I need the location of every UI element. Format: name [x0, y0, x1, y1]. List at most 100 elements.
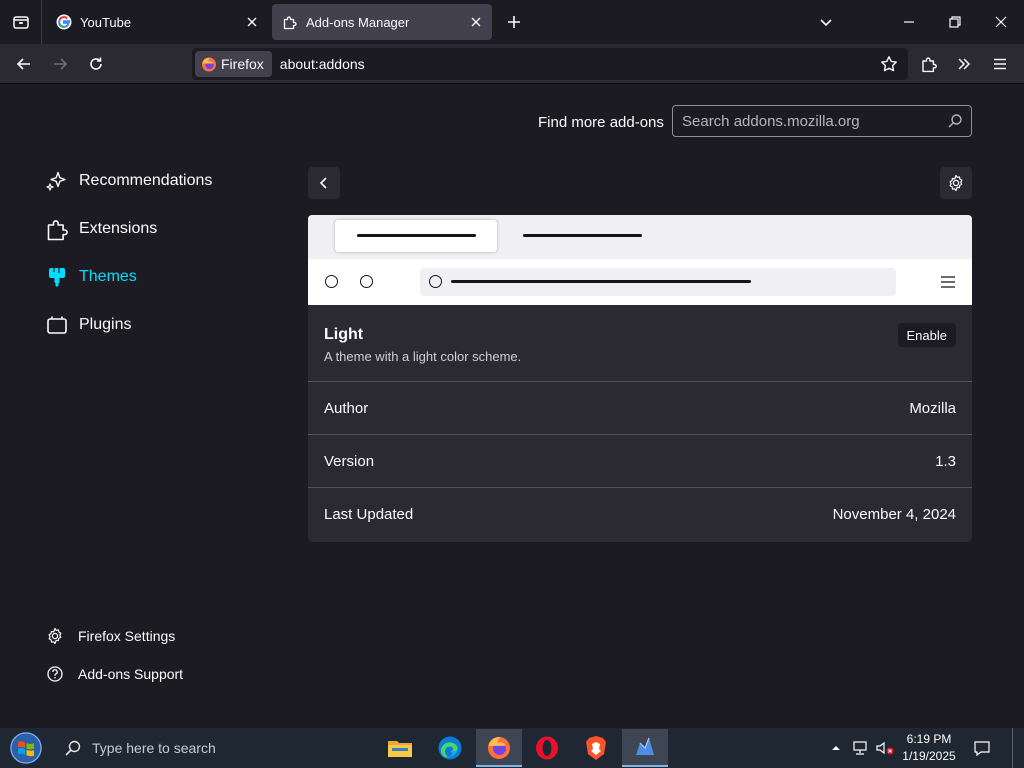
preview-toolbar [308, 259, 972, 305]
plugin-icon [44, 312, 70, 338]
restore-button[interactable] [941, 8, 969, 36]
plus-icon [508, 16, 520, 28]
tab-youtube[interactable]: YouTube [46, 4, 268, 40]
start-button[interactable] [6, 730, 46, 766]
tab-strip: YouTube Add-ons Manager [0, 0, 1024, 44]
gear-icon [46, 627, 64, 645]
notification-icon [974, 741, 990, 757]
preview-urlbar [420, 268, 896, 296]
chevron-down-icon [820, 19, 832, 27]
taskbar-clock[interactable]: 6:19 PM 1/19/2025 [898, 731, 960, 765]
theme-description: A theme with a light color scheme. [324, 349, 522, 364]
gear-icon [949, 174, 963, 192]
taskbar-firefox[interactable] [476, 729, 522, 767]
network-icon [853, 741, 867, 755]
brave-icon [586, 736, 606, 760]
close-tab-icon[interactable] [468, 14, 484, 30]
volume-button[interactable] [874, 728, 896, 768]
preview-circle [360, 275, 373, 288]
arrow-right-icon [54, 58, 68, 70]
addons-search-input[interactable] [682, 112, 932, 130]
network-button[interactable] [849, 728, 871, 768]
category-themes[interactable]: Themes [44, 261, 137, 293]
reload-button[interactable] [82, 50, 110, 78]
reload-icon [90, 57, 102, 70]
detail-value: 1.3 [935, 453, 956, 470]
list-all-tabs-button[interactable] [0, 0, 42, 44]
windows-taskbar: Type here to search 6:19 PM 1/19/2025 [0, 728, 1024, 768]
chevron-up-icon [832, 746, 840, 750]
identity-box[interactable]: Firefox [195, 51, 272, 77]
taskbar-app[interactable] [622, 729, 668, 767]
back-button[interactable] [10, 50, 38, 78]
addons-support-link[interactable]: Add-ons Support [46, 663, 183, 685]
puzzle-icon [922, 57, 937, 73]
search-icon[interactable] [947, 113, 963, 129]
addons-manager-page: Find more add-ons Recommendations Extens… [0, 85, 1024, 728]
sparkle-icon [44, 168, 70, 194]
tab-list-icon [12, 16, 29, 29]
puzzle-icon [282, 14, 298, 30]
taskbar-search[interactable]: Type here to search [52, 728, 374, 768]
minimize-icon [904, 21, 914, 23]
taskbar-file-explorer[interactable] [377, 729, 423, 767]
file-explorer-icon [388, 741, 412, 757]
category-recommendations[interactable]: Recommendations [44, 165, 212, 197]
footer-link-label: Add-ons Support [78, 666, 184, 682]
arrow-left-icon [16, 58, 30, 70]
double-chevron-right-icon [958, 58, 971, 70]
hamburger-icon [994, 58, 1006, 70]
theme-header: Light A theme with a light color scheme.… [308, 305, 972, 382]
firefox-icon [488, 737, 510, 759]
preview-circle [429, 275, 442, 288]
addons-search-box[interactable] [672, 105, 972, 137]
brush-icon [44, 264, 70, 290]
search-icon [65, 740, 81, 756]
category-label: Recommendations [79, 172, 213, 189]
enable-button[interactable]: Enable [897, 323, 956, 347]
chevron-left-icon [319, 177, 327, 189]
theme-detail-card: Light A theme with a light color scheme.… [308, 215, 972, 542]
detail-value: November 4, 2024 [832, 506, 956, 523]
action-center-button[interactable] [968, 728, 996, 768]
new-tab-button[interactable] [502, 10, 526, 34]
minimize-button[interactable] [895, 8, 923, 36]
addons-tools-button[interactable] [940, 167, 972, 199]
overflow-menu-button[interactable] [950, 50, 978, 78]
detail-label: Last Updated [324, 506, 414, 523]
taskbar-opera[interactable] [524, 729, 570, 767]
preview-tab-line [523, 234, 642, 237]
close-icon [995, 16, 1007, 28]
extensions-button[interactable] [915, 50, 943, 78]
category-label: Themes [79, 268, 137, 285]
tab-list-dropdown-button[interactable] [812, 8, 840, 36]
url-text[interactable]: about:addons [280, 56, 365, 72]
taskbar-edge[interactable] [427, 729, 473, 767]
app-icon [636, 737, 654, 755]
close-tab-icon[interactable] [244, 14, 260, 30]
show-hidden-icons-button[interactable] [828, 728, 844, 768]
navigation-toolbar: Firefox about:addons [0, 44, 1024, 84]
speaker-muted-icon [876, 741, 894, 755]
firefox-settings-link[interactable]: Firefox Settings [46, 625, 175, 647]
tab-addons-manager[interactable]: Add-ons Manager [272, 4, 492, 40]
forward-button[interactable] [46, 50, 74, 78]
footer-link-label: Firefox Settings [78, 628, 176, 644]
edge-icon [438, 736, 462, 760]
clock-date: 1/19/2025 [902, 749, 956, 763]
detail-label: Author [324, 400, 369, 417]
google-icon [56, 14, 72, 30]
preview-circle [325, 275, 338, 288]
address-bar[interactable]: Firefox about:addons [192, 48, 908, 80]
go-back-button[interactable] [308, 167, 340, 199]
opera-icon [536, 736, 558, 760]
category-extensions[interactable]: Extensions [44, 213, 157, 245]
close-window-button[interactable] [987, 8, 1015, 36]
bookmark-page-button[interactable] [875, 50, 903, 78]
puzzle-icon [44, 216, 70, 242]
taskbar-brave[interactable] [573, 729, 619, 767]
category-plugins[interactable]: Plugins [44, 309, 131, 341]
app-menu-button[interactable] [986, 50, 1014, 78]
windows-logo-icon [10, 732, 42, 764]
show-desktop-button[interactable] [1012, 728, 1024, 768]
